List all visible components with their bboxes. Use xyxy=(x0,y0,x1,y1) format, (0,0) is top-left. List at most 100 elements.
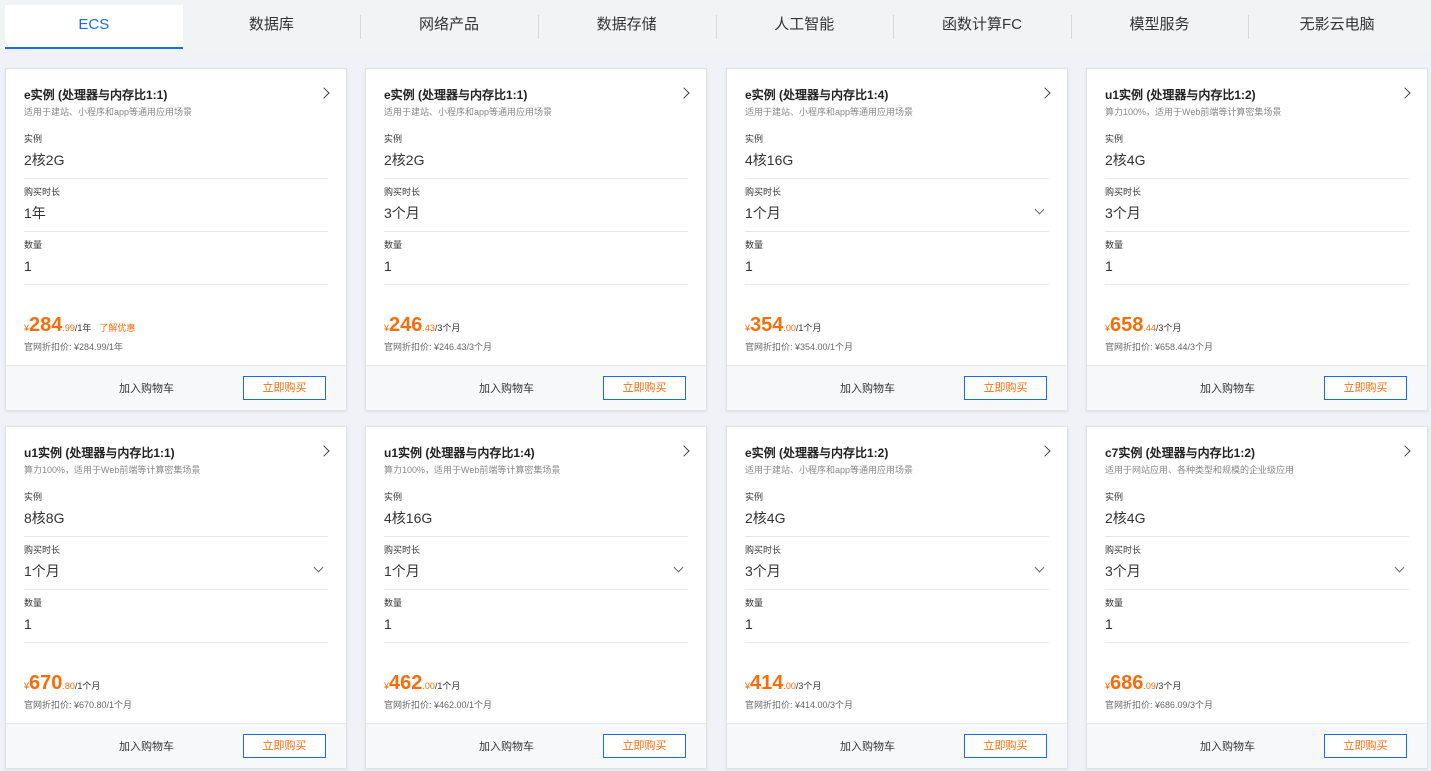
tab-3[interactable]: 数据存储 xyxy=(537,5,716,49)
duration-field[interactable]: 购买时长 1个月 xyxy=(384,538,688,590)
price: ¥414.00/3个月 xyxy=(745,672,1049,694)
duration-value: 3个月 xyxy=(384,205,420,221)
official-price-label: 官网折扣价: xyxy=(24,700,75,710)
duration-field[interactable]: 购买时长 3个月 xyxy=(384,180,688,232)
instance-field[interactable]: 实例 4核16G xyxy=(384,485,688,537)
tab-6[interactable]: 模型服务 xyxy=(1070,5,1249,49)
price-integer: 462 xyxy=(389,672,423,694)
quantity-label: 数量 xyxy=(24,598,43,608)
tab-4[interactable]: 人工智能 xyxy=(715,5,894,49)
price: ¥354.00/1个月 xyxy=(745,314,1049,336)
card-header[interactable]: u1实例 (处理器与内存比1:4) 算力100%，适用于Web前端等计算密集场景 xyxy=(384,445,690,477)
quantity-field[interactable]: 数量 1 xyxy=(384,591,688,643)
instance-label: 实例 xyxy=(384,492,403,502)
instance-label: 实例 xyxy=(1105,134,1124,144)
duration-field[interactable]: 购买时长 3个月 xyxy=(1105,180,1409,232)
instance-value: 2核4G xyxy=(1105,152,1146,168)
buy-now-button[interactable]: 立即购买 xyxy=(243,734,326,758)
card-header[interactable]: u1实例 (处理器与内存比1:1) 算力100%，适用于Web前端等计算密集场景 xyxy=(24,445,330,477)
instance-field[interactable]: 实例 8核8G xyxy=(24,485,328,537)
duration-field[interactable]: 购买时长 3个月 xyxy=(1105,538,1409,590)
card-header[interactable]: u1实例 (处理器与内存比1:2) 算力100%，适用于Web前端等计算密集场景 xyxy=(1105,87,1411,119)
tab-0[interactable]: ECS xyxy=(5,5,183,49)
promo-link[interactable]: 了解优惠 xyxy=(99,323,135,333)
quantity-label: 数量 xyxy=(745,598,764,608)
price-decimal: .80 xyxy=(62,681,75,691)
instance-field[interactable]: 实例 2核4G xyxy=(745,485,1049,537)
quantity-field[interactable]: 数量 1 xyxy=(24,591,328,643)
tab-7[interactable]: 无影云电脑 xyxy=(1248,5,1426,49)
card-header[interactable]: e实例 (处理器与内存比1:2) 适用于建站、小程序和app等通用应用场景 xyxy=(745,445,1051,477)
instance-field[interactable]: 实例 4核16G xyxy=(745,127,1049,179)
card-description: 适用于网站应用、各种类型和规模的企业级应用 xyxy=(1105,465,1295,475)
card-description: 适用于建站、小程序和app等通用应用场景 xyxy=(745,465,914,475)
duration-value: 3个月 xyxy=(1105,563,1141,579)
quantity-field[interactable]: 数量 1 xyxy=(1105,591,1409,643)
card-footer: 加入购物车 立即购买 xyxy=(6,723,346,768)
instance-value: 8核8G xyxy=(24,510,65,526)
duration-value: 3个月 xyxy=(1105,205,1141,221)
duration-label: 购买时长 xyxy=(1105,187,1142,197)
duration-field[interactable]: 购买时长 1个月 xyxy=(745,180,1049,232)
duration-value: 1个月 xyxy=(384,563,420,579)
quantity-value: 1 xyxy=(384,616,392,632)
tab-5[interactable]: 函数计算FC xyxy=(893,5,1071,49)
add-to-cart-button[interactable]: 加入购物车 xyxy=(119,380,174,396)
instance-value: 2核4G xyxy=(745,510,786,526)
duration-field[interactable]: 购买时长 1个月 xyxy=(24,538,328,590)
quantity-label: 数量 xyxy=(1105,598,1124,608)
quantity-field[interactable]: 数量 1 xyxy=(384,233,688,285)
quantity-field[interactable]: 数量 1 xyxy=(1105,233,1409,285)
quantity-value: 1 xyxy=(24,616,32,632)
official-price-value: ¥686.09/3个月 xyxy=(1155,700,1214,710)
price-unit: /3个月 xyxy=(795,681,822,691)
instance-field[interactable]: 实例 2核4G xyxy=(1105,127,1409,179)
tab-2[interactable]: 网络产品 xyxy=(360,5,538,49)
tab-1[interactable]: 数据库 xyxy=(183,5,361,49)
add-to-cart-button[interactable]: 加入购物车 xyxy=(840,738,895,754)
add-to-cart-button[interactable]: 加入购物车 xyxy=(1200,738,1255,754)
card-header[interactable]: e实例 (处理器与内存比1:1) 适用于建站、小程序和app等通用应用场景 xyxy=(24,87,330,119)
quantity-value: 1 xyxy=(24,258,32,274)
card-description: 算力100%，适用于Web前端等计算密集场景 xyxy=(1105,107,1282,117)
price-decimal: .99 xyxy=(62,323,75,333)
duration-label: 购买时长 xyxy=(745,187,782,197)
quantity-value: 1 xyxy=(384,258,392,274)
quantity-field[interactable]: 数量 1 xyxy=(24,233,328,285)
buy-now-button[interactable]: 立即购买 xyxy=(603,734,686,758)
price-integer: 354 xyxy=(750,314,784,336)
buy-now-button[interactable]: 立即购买 xyxy=(964,376,1047,400)
card-title: e实例 (处理器与内存比1:1) xyxy=(24,88,168,102)
buy-now-button[interactable]: 立即购买 xyxy=(1324,734,1407,758)
card-header[interactable]: c7实例 (处理器与内存比1:2) 适用于网站应用、各种类型和规模的企业级应用 xyxy=(1105,445,1411,477)
buy-now-button[interactable]: 立即购买 xyxy=(1324,376,1407,400)
buy-now-button[interactable]: 立即购买 xyxy=(243,376,326,400)
price: ¥658.44/3个月 xyxy=(1105,314,1409,336)
add-to-cart-button[interactable]: 加入购物车 xyxy=(119,738,174,754)
product-grid: e实例 (处理器与内存比1:1) 适用于建站、小程序和app等通用应用场景 实例… xyxy=(5,68,1428,771)
add-to-cart-button[interactable]: 加入购物车 xyxy=(479,380,534,396)
price-decimal: .09 xyxy=(1143,681,1156,691)
add-to-cart-button[interactable]: 加入购物车 xyxy=(1200,380,1255,396)
add-to-cart-button[interactable]: 加入购物车 xyxy=(840,380,895,396)
instance-field[interactable]: 实例 2核2G xyxy=(24,127,328,179)
card-description: 适用于建站、小程序和app等通用应用场景 xyxy=(24,107,193,117)
price: ¥246.43/3个月 xyxy=(384,314,688,336)
add-to-cart-button[interactable]: 加入购物车 xyxy=(479,738,534,754)
instance-field[interactable]: 实例 2核4G xyxy=(1105,485,1409,537)
quantity-field[interactable]: 数量 1 xyxy=(745,233,1049,285)
buy-now-button[interactable]: 立即购买 xyxy=(964,734,1047,758)
duration-field[interactable]: 购买时长 1年 xyxy=(24,180,328,232)
buy-now-button[interactable]: 立即购买 xyxy=(603,376,686,400)
instance-field[interactable]: 实例 2核2G xyxy=(384,127,688,179)
card-header[interactable]: e实例 (处理器与内存比1:1) 适用于建站、小程序和app等通用应用场景 xyxy=(384,87,690,119)
quantity-field[interactable]: 数量 1 xyxy=(745,591,1049,643)
duration-value: 1个月 xyxy=(24,563,60,579)
card-title: u1实例 (处理器与内存比1:4) xyxy=(384,446,535,460)
quantity-value: 1 xyxy=(1105,616,1113,632)
card-header[interactable]: e实例 (处理器与内存比1:4) 适用于建站、小程序和app等通用应用场景 xyxy=(745,87,1051,119)
duration-field[interactable]: 购买时长 3个月 xyxy=(745,538,1049,590)
card-footer: 加入购物车 立即购买 xyxy=(1087,365,1427,410)
instance-label: 实例 xyxy=(745,134,764,144)
card-title: u1实例 (处理器与内存比1:2) xyxy=(1105,88,1256,102)
